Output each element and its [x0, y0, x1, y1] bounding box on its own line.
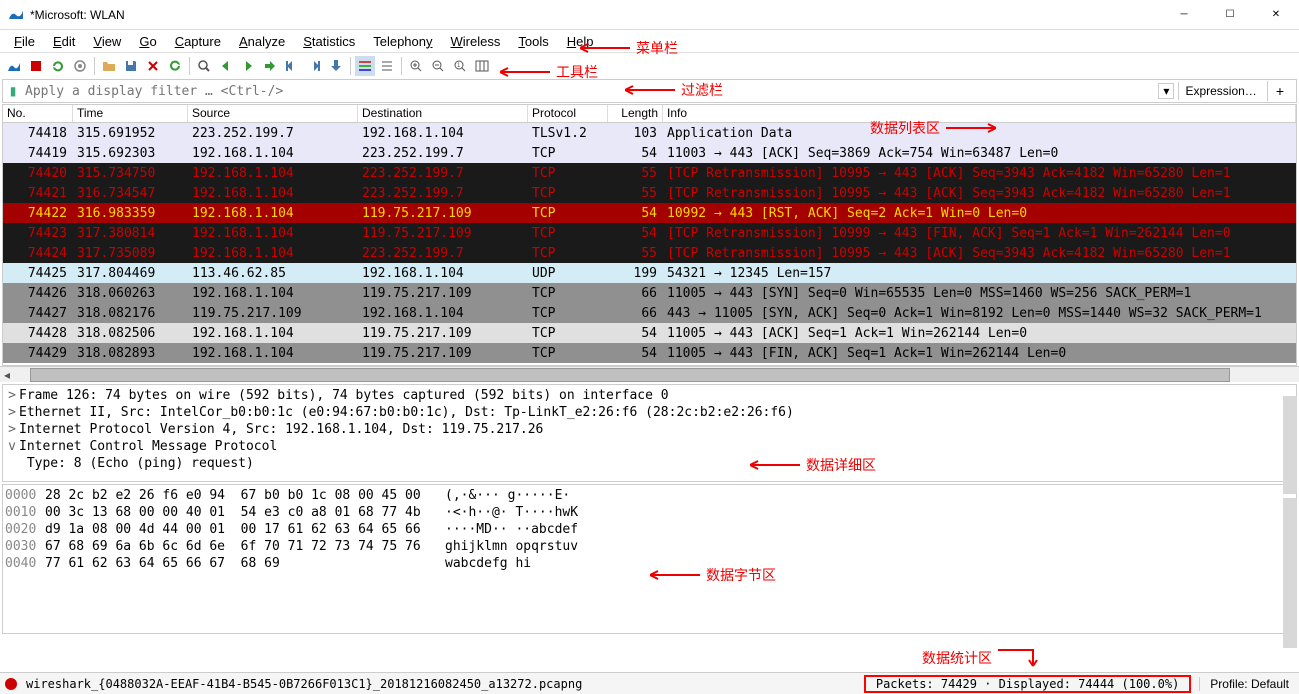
open-file-button[interactable] [99, 56, 119, 76]
resize-columns-button[interactable] [472, 56, 492, 76]
menu-help[interactable]: Help [559, 32, 602, 51]
menu-telephony[interactable]: Telephony [365, 32, 440, 51]
zoom-in-button[interactable] [406, 56, 426, 76]
column-time[interactable]: Time [73, 105, 188, 122]
go-back-button[interactable] [216, 56, 236, 76]
go-forward-button[interactable] [238, 56, 258, 76]
window-title: *Microsoft: WLAN [30, 8, 1161, 22]
annotation-stats: 数据统计区 [922, 648, 1038, 668]
status-profile[interactable]: Profile: Default [1199, 677, 1299, 691]
column-destination[interactable]: Destination [358, 105, 528, 122]
detail-line[interactable]: >Ethernet II, Src: IntelCor_b0:b0:1c (e0… [5, 404, 1294, 421]
colorize-button[interactable] [355, 56, 375, 76]
maximize-button[interactable]: ☐ [1207, 0, 1253, 30]
close-button[interactable]: ✕ [1253, 0, 1299, 30]
horizontal-scrollbar[interactable]: ◂ [0, 366, 1299, 382]
minimize-button[interactable]: ─ [1161, 0, 1207, 30]
menu-go[interactable]: Go [131, 32, 164, 51]
zoom-out-button[interactable] [428, 56, 448, 76]
packet-list-body[interactable]: 74418315.691952223.252.199.7192.168.1.10… [3, 123, 1296, 365]
packet-row[interactable]: 74419315.692303192.168.1.104223.252.199.… [3, 143, 1296, 163]
restart-capture-button[interactable] [48, 56, 68, 76]
byte-row[interactable]: 003067 68 69 6a 6b 6c 6d 6e 6f 70 71 72 … [5, 538, 1294, 555]
menu-tools[interactable]: Tools [510, 32, 556, 51]
column-length[interactable]: Length [608, 105, 663, 122]
list-view-button[interactable] [377, 56, 397, 76]
byte-row[interactable]: 0020d9 1a 08 00 4d 44 00 01 00 17 61 62 … [5, 521, 1294, 538]
title-bar: *Microsoft: WLAN ─ ☐ ✕ [0, 0, 1299, 30]
start-capture-button[interactable] [4, 56, 24, 76]
toolbar: 1 [0, 52, 1299, 78]
detail-line[interactable]: >Internet Protocol Version 4, Src: 192.1… [5, 421, 1294, 438]
packet-row[interactable]: 74427318.082176119.75.217.109192.168.1.1… [3, 303, 1296, 323]
go-first-button[interactable] [282, 56, 302, 76]
menu-edit[interactable]: Edit [45, 32, 83, 51]
column-info[interactable]: Info [663, 105, 1296, 122]
packet-row[interactable]: 74418315.691952223.252.199.7192.168.1.10… [3, 123, 1296, 143]
packet-row[interactable]: 74423317.380814192.168.1.104119.75.217.1… [3, 223, 1296, 243]
menu-view[interactable]: View [85, 32, 129, 51]
byte-row[interactable]: 004077 61 62 63 64 65 66 67 68 69wabcdef… [5, 555, 1294, 572]
packet-row[interactable]: 74424317.735089192.168.1.104223.252.199.… [3, 243, 1296, 263]
svg-text:1: 1 [457, 63, 461, 69]
packet-row[interactable]: 74422316.983359192.168.1.104119.75.217.1… [3, 203, 1296, 223]
packet-details[interactable]: >Frame 126: 74 bytes on wire (592 bits),… [2, 384, 1297, 482]
packet-bytes[interactable]: 000028 2c b2 e2 26 f6 e0 94 67 b0 b0 1c … [2, 484, 1297, 634]
go-to-packet-button[interactable] [260, 56, 280, 76]
packet-row[interactable]: 74429318.082893192.168.1.104119.75.217.1… [3, 343, 1296, 363]
capture-options-button[interactable] [70, 56, 90, 76]
packet-row[interactable]: 74428318.082506192.168.1.104119.75.217.1… [3, 323, 1296, 343]
wireshark-icon [8, 7, 24, 23]
column-protocol[interactable]: Protocol [528, 105, 608, 122]
go-last-button[interactable] [304, 56, 324, 76]
packet-list-header: No. Time Source Destination Protocol Len… [3, 105, 1296, 123]
menu-capture[interactable]: Capture [167, 32, 229, 51]
menu-file[interactable]: File [6, 32, 43, 51]
bytes-scrollbar[interactable] [1283, 498, 1297, 648]
detail-line[interactable]: >Frame 126: 74 bytes on wire (592 bits),… [5, 387, 1294, 404]
window-controls: ─ ☐ ✕ [1161, 0, 1299, 30]
close-file-button[interactable] [143, 56, 163, 76]
stop-capture-button[interactable] [26, 56, 46, 76]
packet-row[interactable]: 74420315.734750192.168.1.104223.252.199.… [3, 163, 1296, 183]
column-no[interactable]: No. [3, 105, 73, 122]
detail-line[interactable]: Type: 8 (Echo (ping) request) [5, 455, 1294, 472]
expression-button[interactable]: Expression… [1178, 82, 1262, 100]
menu-statistics[interactable]: Statistics [295, 32, 363, 51]
menu-analyze[interactable]: Analyze [231, 32, 293, 51]
auto-scroll-button[interactable] [326, 56, 346, 76]
status-file: wireshark_{0488032A-EEAF-41B4-B545-0B726… [22, 677, 864, 691]
status-bar: wireshark_{0488032A-EEAF-41B4-B545-0B726… [0, 672, 1299, 694]
zoom-reset-button[interactable]: 1 [450, 56, 470, 76]
menu-wireless[interactable]: Wireless [443, 32, 509, 51]
save-button[interactable] [121, 56, 141, 76]
status-packet-stats: Packets: 74429 · Displayed: 74444 (100.0… [864, 675, 1191, 693]
packet-list: No. Time Source Destination Protocol Len… [2, 104, 1297, 366]
add-filter-button[interactable]: + [1267, 81, 1292, 101]
detail-line[interactable]: vInternet Control Message Protocol [5, 438, 1294, 455]
packet-row[interactable]: 74426318.060263192.168.1.104119.75.217.1… [3, 283, 1296, 303]
menu-bar: File Edit View Go Capture Analyze Statis… [0, 30, 1299, 52]
byte-row[interactable]: 001000 3c 13 68 00 00 40 01 54 e3 c0 a8 … [5, 504, 1294, 521]
display-filter-input[interactable] [23, 82, 1158, 101]
filter-dropdown-icon[interactable]: ▾ [1158, 83, 1174, 99]
filter-bar: ▮ ▾ Expression… + [2, 79, 1297, 103]
expert-info-icon[interactable] [0, 677, 22, 691]
byte-row[interactable]: 000028 2c b2 e2 26 f6 e0 94 67 b0 b0 1c … [5, 487, 1294, 504]
find-packet-button[interactable] [194, 56, 214, 76]
column-source[interactable]: Source [188, 105, 358, 122]
packet-row[interactable]: 74421316.734547192.168.1.104223.252.199.… [3, 183, 1296, 203]
reload-button[interactable] [165, 56, 185, 76]
details-scrollbar[interactable] [1283, 396, 1297, 494]
packet-row[interactable]: 74425317.804469113.46.62.85192.168.1.104… [3, 263, 1296, 283]
bookmark-icon[interactable]: ▮ [3, 84, 23, 98]
